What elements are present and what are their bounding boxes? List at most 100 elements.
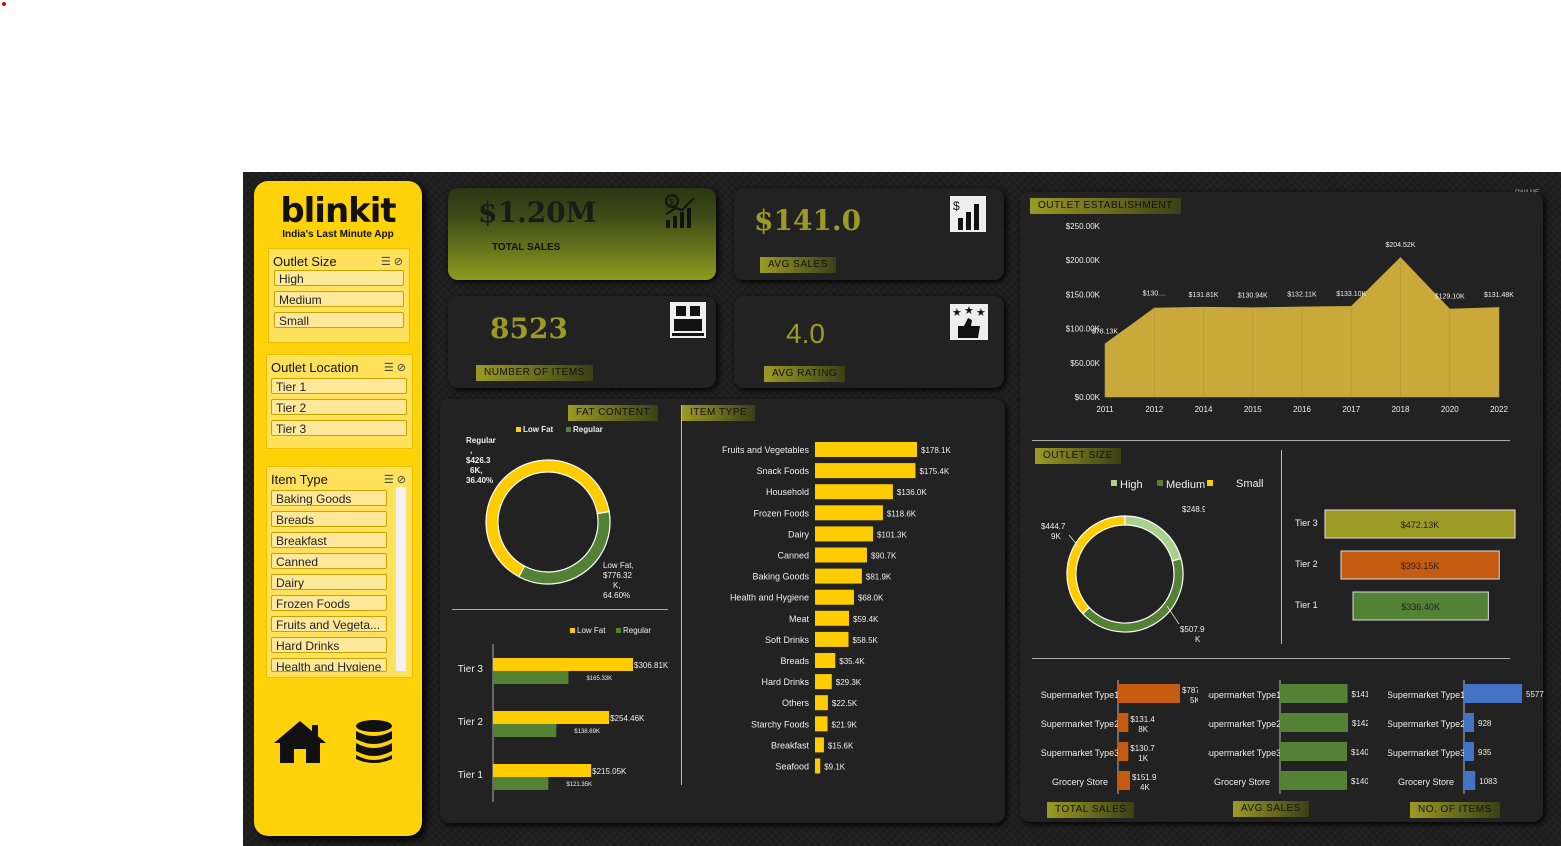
donut-slice	[518, 510, 611, 585]
slicer-title: Outlet Location	[271, 360, 359, 375]
slicer-item[interactable]: Fruits and Vegeta...	[271, 616, 387, 632]
data-label: $393.15K	[1401, 561, 1440, 571]
data-label: $151.9	[1132, 773, 1157, 782]
data-label: $138.69K	[574, 729, 600, 735]
clear-filter-icon[interactable]: ⊘	[394, 256, 403, 268]
tick-label: Supermarket Type2	[1208, 719, 1281, 729]
clear-filter-icon[interactable]: ⊘	[397, 474, 406, 486]
data-label: $121.35K	[566, 782, 592, 788]
bar-low-fat	[493, 711, 610, 724]
tick-label: $150.00K	[1066, 290, 1101, 299]
data-label: $165.33K	[586, 676, 612, 682]
bar	[815, 631, 849, 647]
data-label: 1083	[1479, 777, 1497, 786]
legend-swatch	[1111, 480, 1117, 486]
data-label: $140	[1351, 777, 1368, 786]
clear-filter-icon[interactable]: ⊘	[397, 362, 406, 374]
tick-label: Grocery Store	[1398, 777, 1454, 787]
slicer-item-small[interactable]: Small	[274, 312, 404, 328]
legend-label: Low Fat	[523, 425, 554, 434]
establishment-title: OUTLET ESTABLISHMENT	[1030, 198, 1181, 214]
slicer-item-high[interactable]: High	[274, 270, 404, 286]
bar	[1280, 713, 1348, 732]
bar	[815, 547, 867, 563]
legend-swatch	[1207, 480, 1213, 486]
slicer-item[interactable]: Breakfast	[271, 532, 387, 548]
data-label: $35.4K	[839, 657, 865, 666]
red-dot-marker	[2, 2, 6, 6]
tick-label: 2017	[1342, 405, 1360, 414]
svg-text:$: $	[953, 199, 960, 213]
divider	[1281, 450, 1282, 644]
slicer-item[interactable]: Baking Goods	[271, 490, 387, 506]
tick-label: 2015	[1244, 405, 1262, 414]
item-type-chart: Fruits and Vegetables $178.1K Snack Foods $…	[722, 442, 951, 774]
slicer-item-tier2[interactable]: Tier 2	[271, 399, 407, 415]
data-label: $472.13K	[1401, 520, 1440, 530]
tick-label: Seafood	[775, 762, 809, 772]
bar	[1280, 684, 1348, 703]
chart-dollar-icon: $	[950, 196, 986, 232]
data-label: $118.6K	[887, 509, 917, 518]
fat-content-donut: Low Fat Regular Regular, $426.3 6K, 36.40% …	[466, 425, 634, 600]
slicer-item[interactable]: Frozen Foods	[271, 595, 387, 611]
data-label: $141	[1352, 690, 1368, 699]
bar	[1118, 684, 1180, 703]
slicer-item[interactable]: Dairy	[271, 574, 387, 590]
bar-regular	[493, 671, 569, 684]
kpi-label: TOTAL SALES	[492, 242, 561, 253]
tick-label: Supermarket Type1	[1041, 690, 1119, 700]
multi-select-icon[interactable]: ☰ ⊘	[381, 255, 403, 268]
data-label: 928	[1478, 719, 1492, 728]
data-label: $136.0K	[897, 488, 927, 497]
bar	[1464, 713, 1474, 732]
slicer-item-tier3[interactable]: Tier 3	[271, 420, 407, 436]
legend-swatch	[570, 628, 575, 633]
bar	[815, 716, 828, 732]
kpi-avg-sales: $141.0 AVG SALES $	[734, 188, 1004, 280]
data-label: $133.10K	[1336, 291, 1366, 298]
tick-label: Snack Foods	[756, 466, 809, 476]
kpi-label: AVG RATING	[764, 366, 846, 382]
slicer-item[interactable]: Canned	[271, 553, 387, 569]
slicer-item-tier1[interactable]: Tier 1	[271, 378, 407, 394]
bar-low-fat	[493, 764, 592, 777]
sales-growth-icon: $	[665, 194, 695, 228]
bar	[1464, 771, 1476, 790]
bar-regular	[493, 777, 549, 790]
donut-slice	[1081, 557, 1184, 633]
donut-label-regular: Regular, $426.3 6K, 36.40%	[466, 436, 496, 485]
database-icon[interactable]	[354, 719, 394, 765]
data-label: $101.3K	[877, 530, 907, 539]
slicer-scrollbar[interactable]	[396, 487, 406, 671]
slicer-item-type: Item Type ☰ ⊘ Baking Goods Breads Breakf…	[266, 466, 413, 678]
data-label: $22.5K	[832, 699, 858, 708]
outlet-type-items-title: NO. OF ITEMS	[1410, 802, 1500, 818]
multi-select-icon[interactable]: ☰ ⊘	[384, 473, 406, 486]
data-label: $21.9K	[832, 720, 858, 729]
tick-label: Health and Hygiene	[730, 593, 809, 603]
data-label: $336.40K	[1401, 602, 1440, 612]
item-type-title: ITEM TYPE	[682, 405, 756, 421]
data-label: 5K	[1190, 696, 1198, 705]
slicer-item[interactable]: Breads	[271, 511, 387, 527]
data-label: $81.9K	[866, 573, 892, 582]
slicer-item[interactable]: Health and Hygiene	[271, 658, 387, 672]
multi-select-icon[interactable]: ☰ ⊘	[384, 361, 406, 374]
data-label: 8K	[1138, 725, 1148, 734]
slicer-item-medium[interactable]: Medium	[274, 291, 404, 307]
bar	[1280, 771, 1348, 790]
data-label: 935	[1478, 748, 1492, 757]
bar	[815, 505, 883, 521]
slicer-item[interactable]: Hard Drinks	[271, 637, 387, 653]
tier-fat-chart: Low Fat Regular Tier 3 $306.81K $165.33K Ti…	[458, 626, 669, 802]
outlet-type-avg-sales-chart: Supermarket Type1 $141 Supermarket Type2 $1…	[1208, 680, 1368, 794]
data-label: $215.05K	[592, 767, 627, 776]
bar	[815, 568, 862, 584]
kpi-value: $1.20M	[478, 196, 597, 229]
home-icon[interactable]	[272, 719, 328, 765]
tick-label: Baking Goods	[752, 572, 809, 582]
slicer-title: Item Type	[271, 472, 328, 487]
kpi-label: NUMBER OF ITEMS	[476, 365, 593, 381]
data-label: $78.13K	[1092, 329, 1118, 336]
